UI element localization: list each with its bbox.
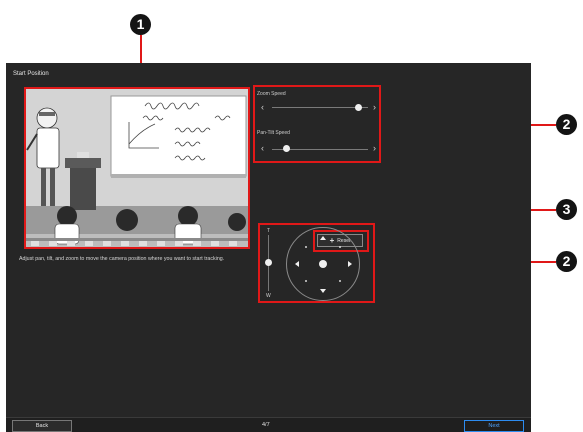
callout-box-2-top bbox=[253, 85, 381, 163]
callout-box-1 bbox=[24, 87, 250, 249]
instructions-text: Adjust pan, tilt, and zoom to move the c… bbox=[19, 256, 225, 262]
callout-marker-3: 3 bbox=[556, 199, 577, 220]
callout-marker-2-top: 2 bbox=[556, 114, 577, 135]
back-button[interactable]: Back bbox=[12, 420, 72, 432]
app-window: Start Position Zoom Speed ‹ › Pan-Tilt S… bbox=[6, 63, 531, 432]
callout-box-2-bottom bbox=[258, 223, 375, 303]
page-title: Start Position bbox=[13, 71, 49, 77]
next-button[interactable]: Next bbox=[464, 420, 524, 432]
callout-marker-1: 1 bbox=[130, 14, 151, 35]
callout-marker-2-bottom: 2 bbox=[556, 251, 577, 272]
page-indicator: 4/7 bbox=[262, 422, 270, 428]
